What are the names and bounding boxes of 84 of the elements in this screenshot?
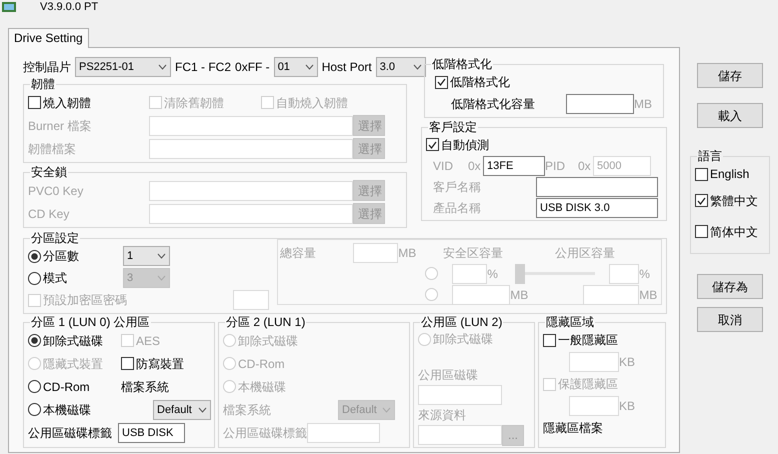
field-label: KB bbox=[619, 399, 636, 413]
field-label: 0x bbox=[578, 158, 592, 172]
radio-button[interactable]: CD-Rom bbox=[28, 380, 121, 394]
checkbox[interactable]: 低階格式化 bbox=[435, 75, 510, 89]
checkmark-icon bbox=[697, 196, 706, 204]
field-label: KB bbox=[619, 355, 636, 369]
save-button[interactable]: 儲存 bbox=[697, 63, 763, 88]
field-label: 公用區磁碟標籤 bbox=[28, 426, 113, 440]
dropdown[interactable]: PS2251-01 bbox=[75, 57, 171, 77]
group-title: 韌體 bbox=[30, 78, 56, 91]
checkbox[interactable]: 燒入韌體 bbox=[28, 96, 149, 110]
field-label: 總容量 bbox=[280, 246, 318, 260]
input-field[interactable] bbox=[536, 176, 658, 196]
field-label: 來源資料 bbox=[418, 408, 466, 422]
group-title: 低階格式化 bbox=[431, 58, 493, 71]
group-title: 客戶設定 bbox=[428, 121, 478, 134]
field-label: FC1 - FC2 bbox=[175, 60, 232, 74]
caret-icon bbox=[412, 64, 422, 70]
radio-button[interactable]: 分區數 bbox=[28, 249, 123, 263]
field-label: 檔案系統 bbox=[223, 402, 272, 416]
field-label: Host Port bbox=[322, 60, 372, 74]
field-label: 安全区容量 bbox=[443, 246, 504, 260]
field-label: MB bbox=[639, 288, 658, 302]
caret-icon bbox=[157, 275, 166, 281]
save-as-button[interactable]: 儲存為 bbox=[697, 274, 763, 299]
field-label: 客戶名稱 bbox=[433, 180, 482, 194]
input-field[interactable]: 13FE bbox=[483, 156, 545, 176]
checkmark-icon bbox=[437, 78, 446, 86]
tab[interactable]: Drive Setting bbox=[8, 28, 89, 48]
field-label: % bbox=[487, 266, 499, 280]
field-label: CD Key bbox=[28, 206, 70, 220]
radio-button[interactable]: 本機磁碟 bbox=[28, 402, 153, 416]
field-label: Burner 檔案 bbox=[28, 118, 92, 132]
checkbox[interactable]: 自動偵測 bbox=[426, 138, 489, 152]
field-label: 隱藏區檔案 bbox=[543, 421, 603, 435]
field-label: 0x bbox=[468, 158, 482, 172]
field-label: VID bbox=[433, 158, 454, 172]
app-icon bbox=[2, 2, 16, 12]
field-label: MB bbox=[398, 246, 418, 260]
checkbox[interactable]: 繁體中文 bbox=[695, 194, 758, 208]
input-field[interactable]: USB DISK bbox=[118, 422, 185, 442]
field-label: 低階格式化容量 bbox=[451, 97, 536, 111]
field-label: 韌體檔案 bbox=[28, 142, 77, 156]
caret-icon bbox=[304, 64, 314, 70]
checkbox[interactable]: English bbox=[695, 167, 750, 181]
caret-icon bbox=[382, 406, 391, 412]
group-title: 安全鎖 bbox=[30, 166, 68, 179]
load-button[interactable]: 載入 bbox=[697, 103, 763, 128]
group-title: 隱藏區域 bbox=[545, 316, 595, 329]
caret-icon bbox=[157, 253, 166, 259]
group-title: 分區 1 (LUN 0) 公用區 bbox=[30, 316, 151, 329]
caret-icon bbox=[198, 406, 207, 412]
field-label: 0xFF - bbox=[235, 60, 270, 74]
dropdown[interactable]: 3.0 bbox=[376, 57, 426, 77]
input-field[interactable] bbox=[566, 94, 634, 114]
field-label: 公用區磁碟標籤 bbox=[223, 426, 307, 440]
checkbox[interactable]: 简体中文 bbox=[695, 224, 758, 238]
checkmark-icon bbox=[428, 140, 437, 148]
field-label: 公用區磁碟 bbox=[418, 368, 478, 382]
cancel-button[interactable]: 取消 bbox=[697, 307, 763, 332]
radio-button[interactable]: 模式 bbox=[28, 271, 123, 285]
checkbox[interactable]: 防寫裝置 bbox=[121, 356, 184, 370]
dropdown[interactable]: 01 bbox=[274, 57, 318, 77]
input-field[interactable]: USB DISK 3.0 bbox=[536, 198, 658, 218]
field-label: 控制晶片 bbox=[23, 60, 71, 74]
radio-button[interactable]: 卸除式磁碟 bbox=[28, 334, 121, 348]
field-label: 公用区容量 bbox=[555, 246, 616, 260]
field-label: 檔案系統 bbox=[121, 380, 169, 394]
group-title: 公用區 (LUN 2) bbox=[420, 316, 504, 329]
dropdown[interactable]: Default bbox=[153, 400, 211, 420]
slider-track[interactable] bbox=[515, 264, 596, 284]
dropdown[interactable]: 1 bbox=[123, 246, 170, 266]
caret-icon bbox=[158, 64, 167, 70]
field-label: PVC0 Key bbox=[28, 184, 84, 198]
window-title: V3.9.0.0 PT bbox=[40, 1, 98, 13]
checkbox[interactable]: 一般隱藏區 bbox=[543, 333, 618, 347]
field-label: 產品名稱 bbox=[433, 200, 482, 214]
field-label: % bbox=[639, 266, 650, 280]
field-label: MB bbox=[510, 288, 530, 302]
group-title: 分區設定 bbox=[30, 232, 80, 245]
field-label: PID bbox=[545, 158, 566, 172]
group-title: 分區 2 (LUN 1) bbox=[225, 316, 306, 329]
group-title: 語言 bbox=[697, 150, 723, 163]
field-label: MB bbox=[634, 97, 652, 111]
